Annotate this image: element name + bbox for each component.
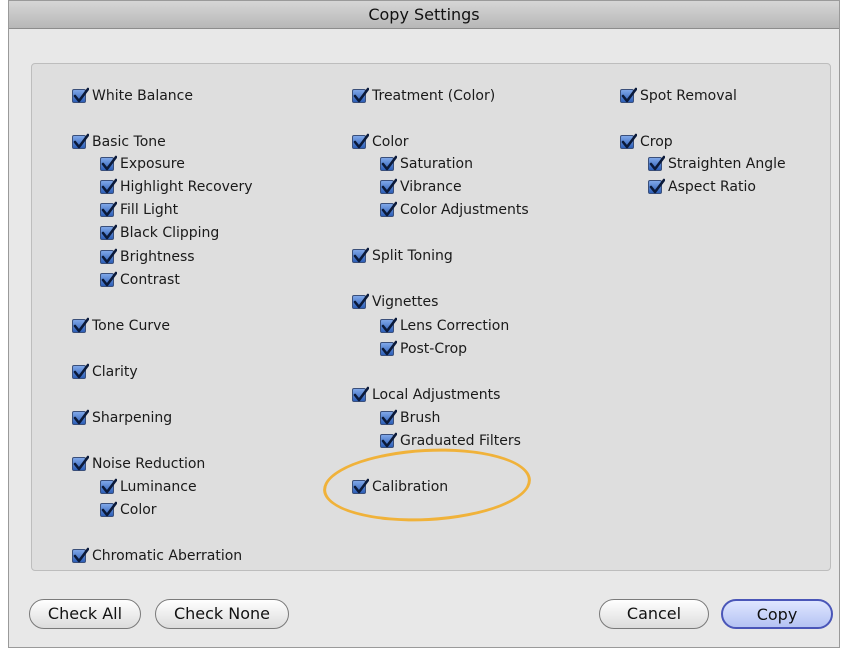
setting-label: Crop	[640, 134, 673, 150]
checkbox[interactable]	[72, 363, 89, 379]
checkbox[interactable]	[380, 178, 397, 194]
setting-label: Brush	[400, 410, 441, 426]
setting-label: Saturation	[400, 156, 473, 172]
setting-label: Contrast	[120, 272, 180, 288]
setting-label: Color	[120, 502, 157, 518]
setting-label: Lens Correction	[400, 318, 510, 334]
setting-fill-light[interactable]: Fill Light	[100, 200, 178, 220]
checkbox[interactable]	[100, 155, 117, 171]
setting-noise-reduction[interactable]: Noise Reduction	[72, 454, 205, 474]
setting-sharpening[interactable]: Sharpening	[72, 408, 172, 428]
setting-spot-removal[interactable]: Spot Removal	[620, 86, 737, 106]
checkbox[interactable]	[352, 133, 369, 149]
setting-label: Aspect Ratio	[668, 179, 756, 195]
checkbox[interactable]	[648, 155, 665, 171]
checkbox[interactable]	[380, 201, 397, 217]
setting-black-clipping[interactable]: Black Clipping	[100, 223, 219, 243]
checkbox[interactable]	[100, 248, 117, 264]
setting-label: Highlight Recovery	[120, 179, 253, 195]
checkbox[interactable]	[352, 293, 369, 309]
setting-label: Treatment (Color)	[372, 88, 496, 104]
checkbox[interactable]	[100, 201, 117, 217]
setting-straighten-angle[interactable]: Straighten Angle	[648, 154, 786, 174]
checkbox[interactable]	[380, 409, 397, 425]
setting-aspect-ratio[interactable]: Aspect Ratio	[648, 177, 756, 197]
setting-label: Local Adjustments	[372, 387, 501, 403]
setting-crop[interactable]: Crop	[620, 132, 673, 152]
setting-label: Clarity	[92, 364, 138, 380]
cancel-button[interactable]: Cancel	[599, 599, 709, 629]
checkbox[interactable]	[72, 547, 89, 563]
setting-color[interactable]: Color	[100, 500, 157, 520]
checkbox[interactable]	[100, 224, 117, 240]
setting-label: Spot Removal	[640, 88, 737, 104]
checkbox[interactable]	[72, 455, 89, 471]
checkbox[interactable]	[648, 178, 665, 194]
setting-label: Basic Tone	[92, 134, 166, 150]
setting-label: Tone Curve	[92, 318, 170, 334]
setting-vibrance[interactable]: Vibrance	[380, 177, 462, 197]
checkbox[interactable]	[352, 87, 369, 103]
copy-button[interactable]: Copy	[721, 599, 833, 629]
checkbox[interactable]	[352, 247, 369, 263]
checkbox[interactable]	[380, 155, 397, 171]
checkbox[interactable]	[100, 501, 117, 517]
setting-clarity[interactable]: Clarity	[72, 362, 138, 382]
setting-lens-correction[interactable]: Lens Correction	[380, 316, 509, 336]
setting-basic-tone[interactable]: Basic Tone	[72, 132, 166, 152]
checkbox[interactable]	[100, 178, 117, 194]
setting-label: Noise Reduction	[92, 456, 206, 472]
setting-label: Sharpening	[92, 410, 173, 426]
setting-label: White Balance	[92, 88, 193, 104]
setting-luminance[interactable]: Luminance	[100, 477, 197, 497]
setting-brightness[interactable]: Brightness	[100, 247, 195, 267]
setting-label: Chromatic Aberration	[92, 548, 243, 564]
setting-treatment-color[interactable]: Treatment (Color)	[352, 86, 495, 106]
setting-color[interactable]: Color	[352, 132, 409, 152]
setting-highlight-recovery[interactable]: Highlight Recovery	[100, 177, 253, 197]
setting-label: Exposure	[120, 156, 185, 172]
setting-split-toning[interactable]: Split Toning	[352, 246, 453, 266]
setting-contrast[interactable]: Contrast	[100, 270, 180, 290]
dialog-title: Copy Settings	[9, 1, 839, 29]
setting-label: Fill Light	[120, 202, 179, 218]
setting-exposure[interactable]: Exposure	[100, 154, 185, 174]
checkbox[interactable]	[72, 409, 89, 425]
checkbox[interactable]	[620, 87, 637, 103]
setting-color-adjustments[interactable]: Color Adjustments	[380, 200, 529, 220]
setting-label: Split Toning	[372, 248, 453, 264]
check-all-button[interactable]: Check All	[29, 599, 141, 629]
setting-label: Color	[372, 134, 409, 150]
setting-tone-curve[interactable]: Tone Curve	[72, 316, 170, 336]
setting-label: Vibrance	[400, 179, 462, 195]
checkbox[interactable]	[72, 133, 89, 149]
checkbox[interactable]	[380, 317, 397, 333]
setting-white-balance[interactable]: White Balance	[72, 86, 193, 106]
setting-vignettes[interactable]: Vignettes	[352, 292, 438, 312]
setting-label: Straighten Angle	[668, 156, 786, 172]
setting-chromatic-aberration[interactable]: Chromatic Aberration	[72, 546, 242, 566]
setting-label: Vignettes	[372, 294, 439, 310]
copy-settings-dialog: Copy Settings White Balance Basic Tone Exp…	[8, 0, 840, 648]
checkbox[interactable]	[100, 271, 117, 287]
checkbox[interactable]	[352, 386, 369, 402]
checkbox[interactable]	[380, 340, 397, 356]
setting-label: Black Clipping	[120, 225, 220, 241]
setting-local-adjustments[interactable]: Local Adjustments	[352, 385, 500, 405]
setting-label: Luminance	[120, 479, 197, 495]
check-none-button[interactable]: Check None	[155, 599, 289, 629]
checkbox[interactable]	[100, 478, 117, 494]
setting-saturation[interactable]: Saturation	[380, 154, 473, 174]
checkbox[interactable]	[620, 133, 637, 149]
setting-label: Brightness	[120, 249, 195, 265]
setting-post-crop[interactable]: Post-Crop	[380, 339, 467, 359]
setting-label: Color Adjustments	[400, 202, 529, 218]
checkbox[interactable]	[72, 87, 89, 103]
setting-brush[interactable]: Brush	[380, 408, 440, 428]
setting-label: Post-Crop	[400, 341, 468, 357]
checkbox[interactable]	[72, 317, 89, 333]
setting-label: Graduated Filters	[400, 433, 521, 449]
checkbox[interactable]	[380, 432, 397, 448]
